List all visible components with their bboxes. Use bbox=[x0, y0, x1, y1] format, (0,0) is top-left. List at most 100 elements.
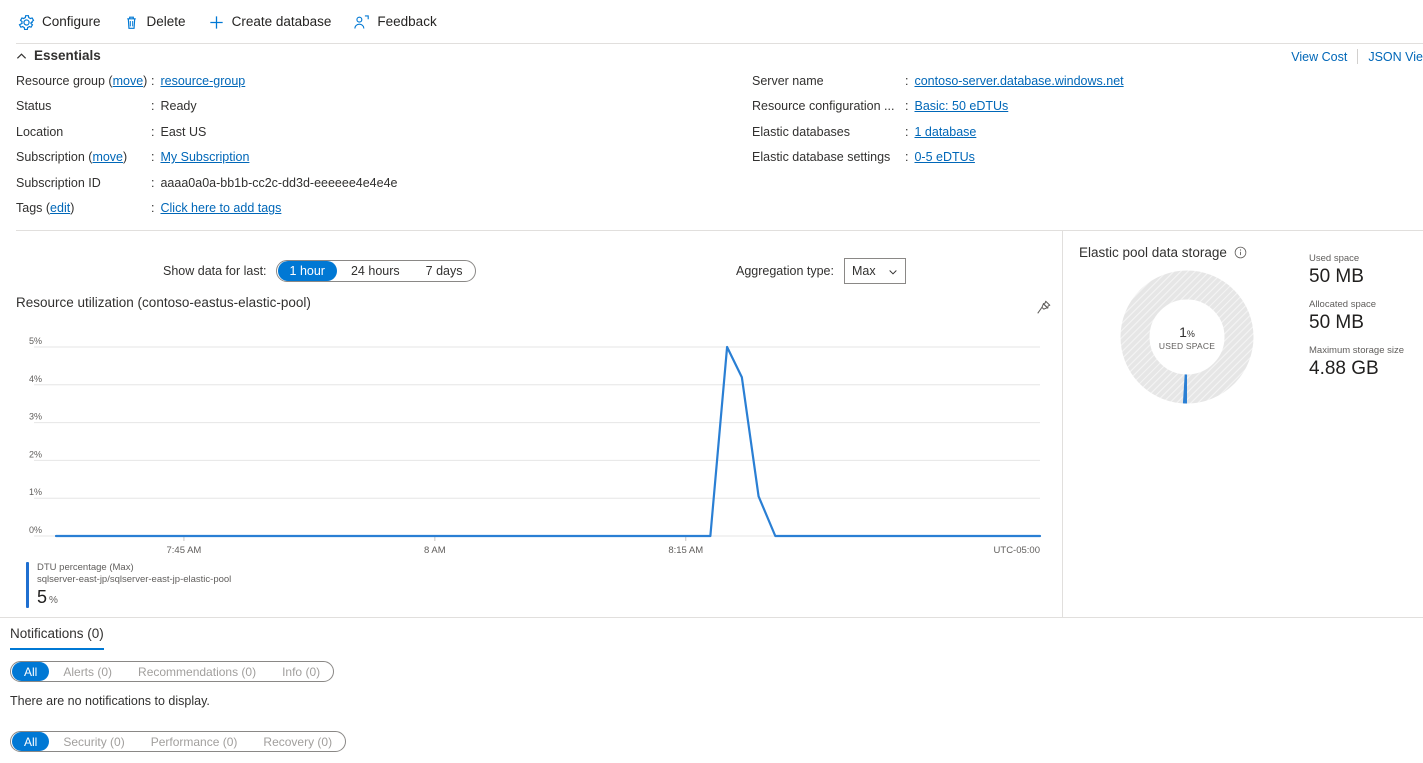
legend-value-unit: % bbox=[49, 595, 58, 606]
legend-metric-name: DTU percentage (Max) bbox=[37, 562, 134, 573]
add-tags-link[interactable]: Click here to add tags bbox=[160, 201, 281, 215]
resource-group-value-link[interactable]: resource-group bbox=[160, 74, 245, 88]
aggregation-value: Max bbox=[852, 264, 876, 278]
donut-svg bbox=[1120, 270, 1254, 404]
notifications-empty-message: There are no notifications to display. bbox=[10, 694, 210, 708]
configure-label: Configure bbox=[42, 14, 101, 30]
svg-text:0%: 0% bbox=[29, 525, 42, 535]
essentials-key: Elastic database settings bbox=[752, 150, 891, 165]
elastic-database-settings-link[interactable]: 0-5 eDTUs bbox=[914, 150, 974, 164]
time-range-control: Show data for last: 1 hour 24 hours 7 da… bbox=[163, 260, 477, 282]
pin-icon bbox=[1035, 299, 1052, 321]
notifications-filter-alerts[interactable]: Alerts (0) bbox=[51, 662, 124, 681]
svg-text:1%: 1% bbox=[29, 487, 42, 497]
gear-icon bbox=[18, 14, 35, 31]
stat-allocated-space: Allocated space 50 MB bbox=[1309, 299, 1404, 334]
delete-button[interactable]: Delete bbox=[121, 7, 196, 37]
essentials-row-resource-group: Resource group (move) : resource-group bbox=[16, 74, 398, 99]
chevron-up-icon bbox=[16, 50, 27, 61]
storage-stats: Used space 50 MB Allocated space 50 MB M… bbox=[1309, 253, 1404, 391]
essentials-key: Tags (edit) bbox=[16, 200, 75, 215]
essentials-key: Resource group (move) bbox=[16, 74, 148, 88]
notifications-filter-info[interactable]: Info (0) bbox=[270, 662, 332, 681]
resource-group-move-link[interactable]: move bbox=[113, 74, 144, 88]
location-value: East US bbox=[160, 124, 207, 139]
colon: : bbox=[151, 175, 155, 190]
svg-text:2%: 2% bbox=[29, 449, 42, 459]
stat-value: 50 MB bbox=[1309, 312, 1364, 333]
secondary-filter-recovery[interactable]: Recovery (0) bbox=[251, 732, 344, 751]
resource-configuration-link[interactable]: Basic: 50 eDTUs bbox=[914, 99, 1008, 113]
secondary-filter-security[interactable]: Security (0) bbox=[51, 732, 136, 751]
notifications-filter-all[interactable]: All bbox=[12, 662, 50, 681]
svg-text:3%: 3% bbox=[29, 412, 42, 422]
svg-text:8 AM: 8 AM bbox=[424, 545, 446, 556]
delete-label: Delete bbox=[146, 14, 186, 30]
tab-notifications[interactable]: Notifications (0) bbox=[10, 626, 104, 650]
essentials-row-location: Location : East US bbox=[16, 125, 398, 150]
command-bar-divider bbox=[16, 43, 1423, 44]
elastic-pool-data-storage-panel: Elastic pool data storage 1% USED SPACE … bbox=[1064, 231, 1423, 617]
colon: : bbox=[151, 200, 155, 215]
notifications-filter-recommendations[interactable]: Recommendations (0) bbox=[126, 662, 268, 681]
essentials-left-column: Resource group (move) : resource-group S… bbox=[16, 74, 398, 226]
pin-chart-button[interactable] bbox=[1030, 297, 1056, 323]
status-value: Ready bbox=[160, 99, 197, 114]
essentials-key-text: Resource group bbox=[16, 74, 105, 88]
secondary-filter-performance[interactable]: Performance (0) bbox=[139, 732, 250, 751]
time-range-group[interactable]: 1 hour 24 hours 7 days bbox=[275, 260, 477, 282]
legend-value-number: 5 bbox=[37, 587, 48, 607]
configure-button[interactable]: Configure bbox=[16, 7, 111, 37]
json-view-link[interactable]: JSON Vie bbox=[1368, 50, 1423, 64]
stat-value: 50 MB bbox=[1309, 266, 1364, 287]
essentials-key: Resource configuration ... bbox=[752, 99, 895, 114]
colon: : bbox=[151, 124, 155, 139]
svg-text:5%: 5% bbox=[29, 336, 42, 346]
create-database-button[interactable]: Create database bbox=[206, 7, 342, 37]
elastic-databases-link[interactable]: 1 database bbox=[914, 125, 976, 139]
essentials-key: Status bbox=[16, 99, 52, 114]
view-cost-link[interactable]: View Cost bbox=[1291, 50, 1347, 64]
storage-title-text: Elastic pool data storage bbox=[1079, 245, 1227, 260]
subscription-move-link[interactable]: move bbox=[92, 150, 123, 164]
stat-label: Maximum storage size bbox=[1309, 345, 1405, 356]
colon: : bbox=[151, 99, 155, 114]
svg-text:UTC-05:00: UTC-05:00 bbox=[994, 545, 1040, 556]
colon: : bbox=[151, 150, 155, 165]
stat-label: Allocated space bbox=[1309, 299, 1377, 310]
time-range-7-days[interactable]: 7 days bbox=[414, 261, 475, 281]
essentials-toggle[interactable]: Essentials bbox=[16, 48, 101, 63]
aggregation-select[interactable]: Max bbox=[844, 258, 906, 284]
essentials-key-text: Tags bbox=[16, 200, 43, 215]
notifications-top-divider bbox=[0, 617, 1423, 618]
tags-edit-link[interactable]: edit bbox=[50, 201, 70, 215]
time-range-1-hour[interactable]: 1 hour bbox=[277, 261, 337, 281]
subscription-value-link[interactable]: My Subscription bbox=[160, 150, 249, 164]
stat-used-space: Used space 50 MB bbox=[1309, 253, 1404, 288]
dtu-line-chart[interactable]: 0% 1% 2% 3% 4% 5% 7:45 AM 8 AM 8:15 AM UTC-05:00 bbox=[0, 331, 1063, 581]
svg-text:4%: 4% bbox=[29, 374, 42, 384]
show-data-label: Show data for last: bbox=[163, 264, 267, 278]
command-bar: Configure Delete Create database Feedbac… bbox=[0, 0, 1423, 44]
essentials-row-elastic-databases: Elastic databases : 1 database bbox=[752, 125, 1124, 150]
essentials-row-subscription: Subscription (move) : My Subscription bbox=[16, 150, 398, 175]
secondary-filter-group[interactable]: All Security (0) Performance (0) Recover… bbox=[10, 731, 347, 752]
essentials-row-status: Status : Ready bbox=[16, 99, 398, 124]
legend-resource-name: sqlserver-east-jp/sqlserver-east-jp-elas… bbox=[37, 574, 232, 585]
time-range-24-hours[interactable]: 24 hours bbox=[339, 261, 412, 281]
aggregation-control: Aggregation type: Max bbox=[736, 258, 906, 284]
essentials-key: Subscription (move) bbox=[16, 150, 128, 165]
links-divider bbox=[1357, 49, 1359, 64]
essentials-label: Essentials bbox=[34, 48, 101, 63]
plus-icon bbox=[208, 14, 225, 31]
notifications-filter-group[interactable]: All Alerts (0) Recommendations (0) Info … bbox=[10, 661, 335, 682]
trash-icon bbox=[123, 14, 140, 31]
server-name-link[interactable]: contoso-server.database.windows.net bbox=[914, 74, 1123, 88]
feedback-button[interactable]: Feedback bbox=[351, 7, 446, 37]
info-icon[interactable] bbox=[1234, 246, 1247, 259]
essentials-key: Elastic databases bbox=[752, 124, 850, 139]
secondary-filter-all[interactable]: All bbox=[12, 732, 50, 751]
used-space-donut[interactable]: 1% USED SPACE bbox=[1119, 269, 1255, 405]
essentials-right-column: Server name : contoso-server.database.wi… bbox=[752, 74, 1124, 176]
essentials-row-elastic-database-settings: Elastic database settings : 0-5 eDTUs bbox=[752, 150, 1124, 175]
